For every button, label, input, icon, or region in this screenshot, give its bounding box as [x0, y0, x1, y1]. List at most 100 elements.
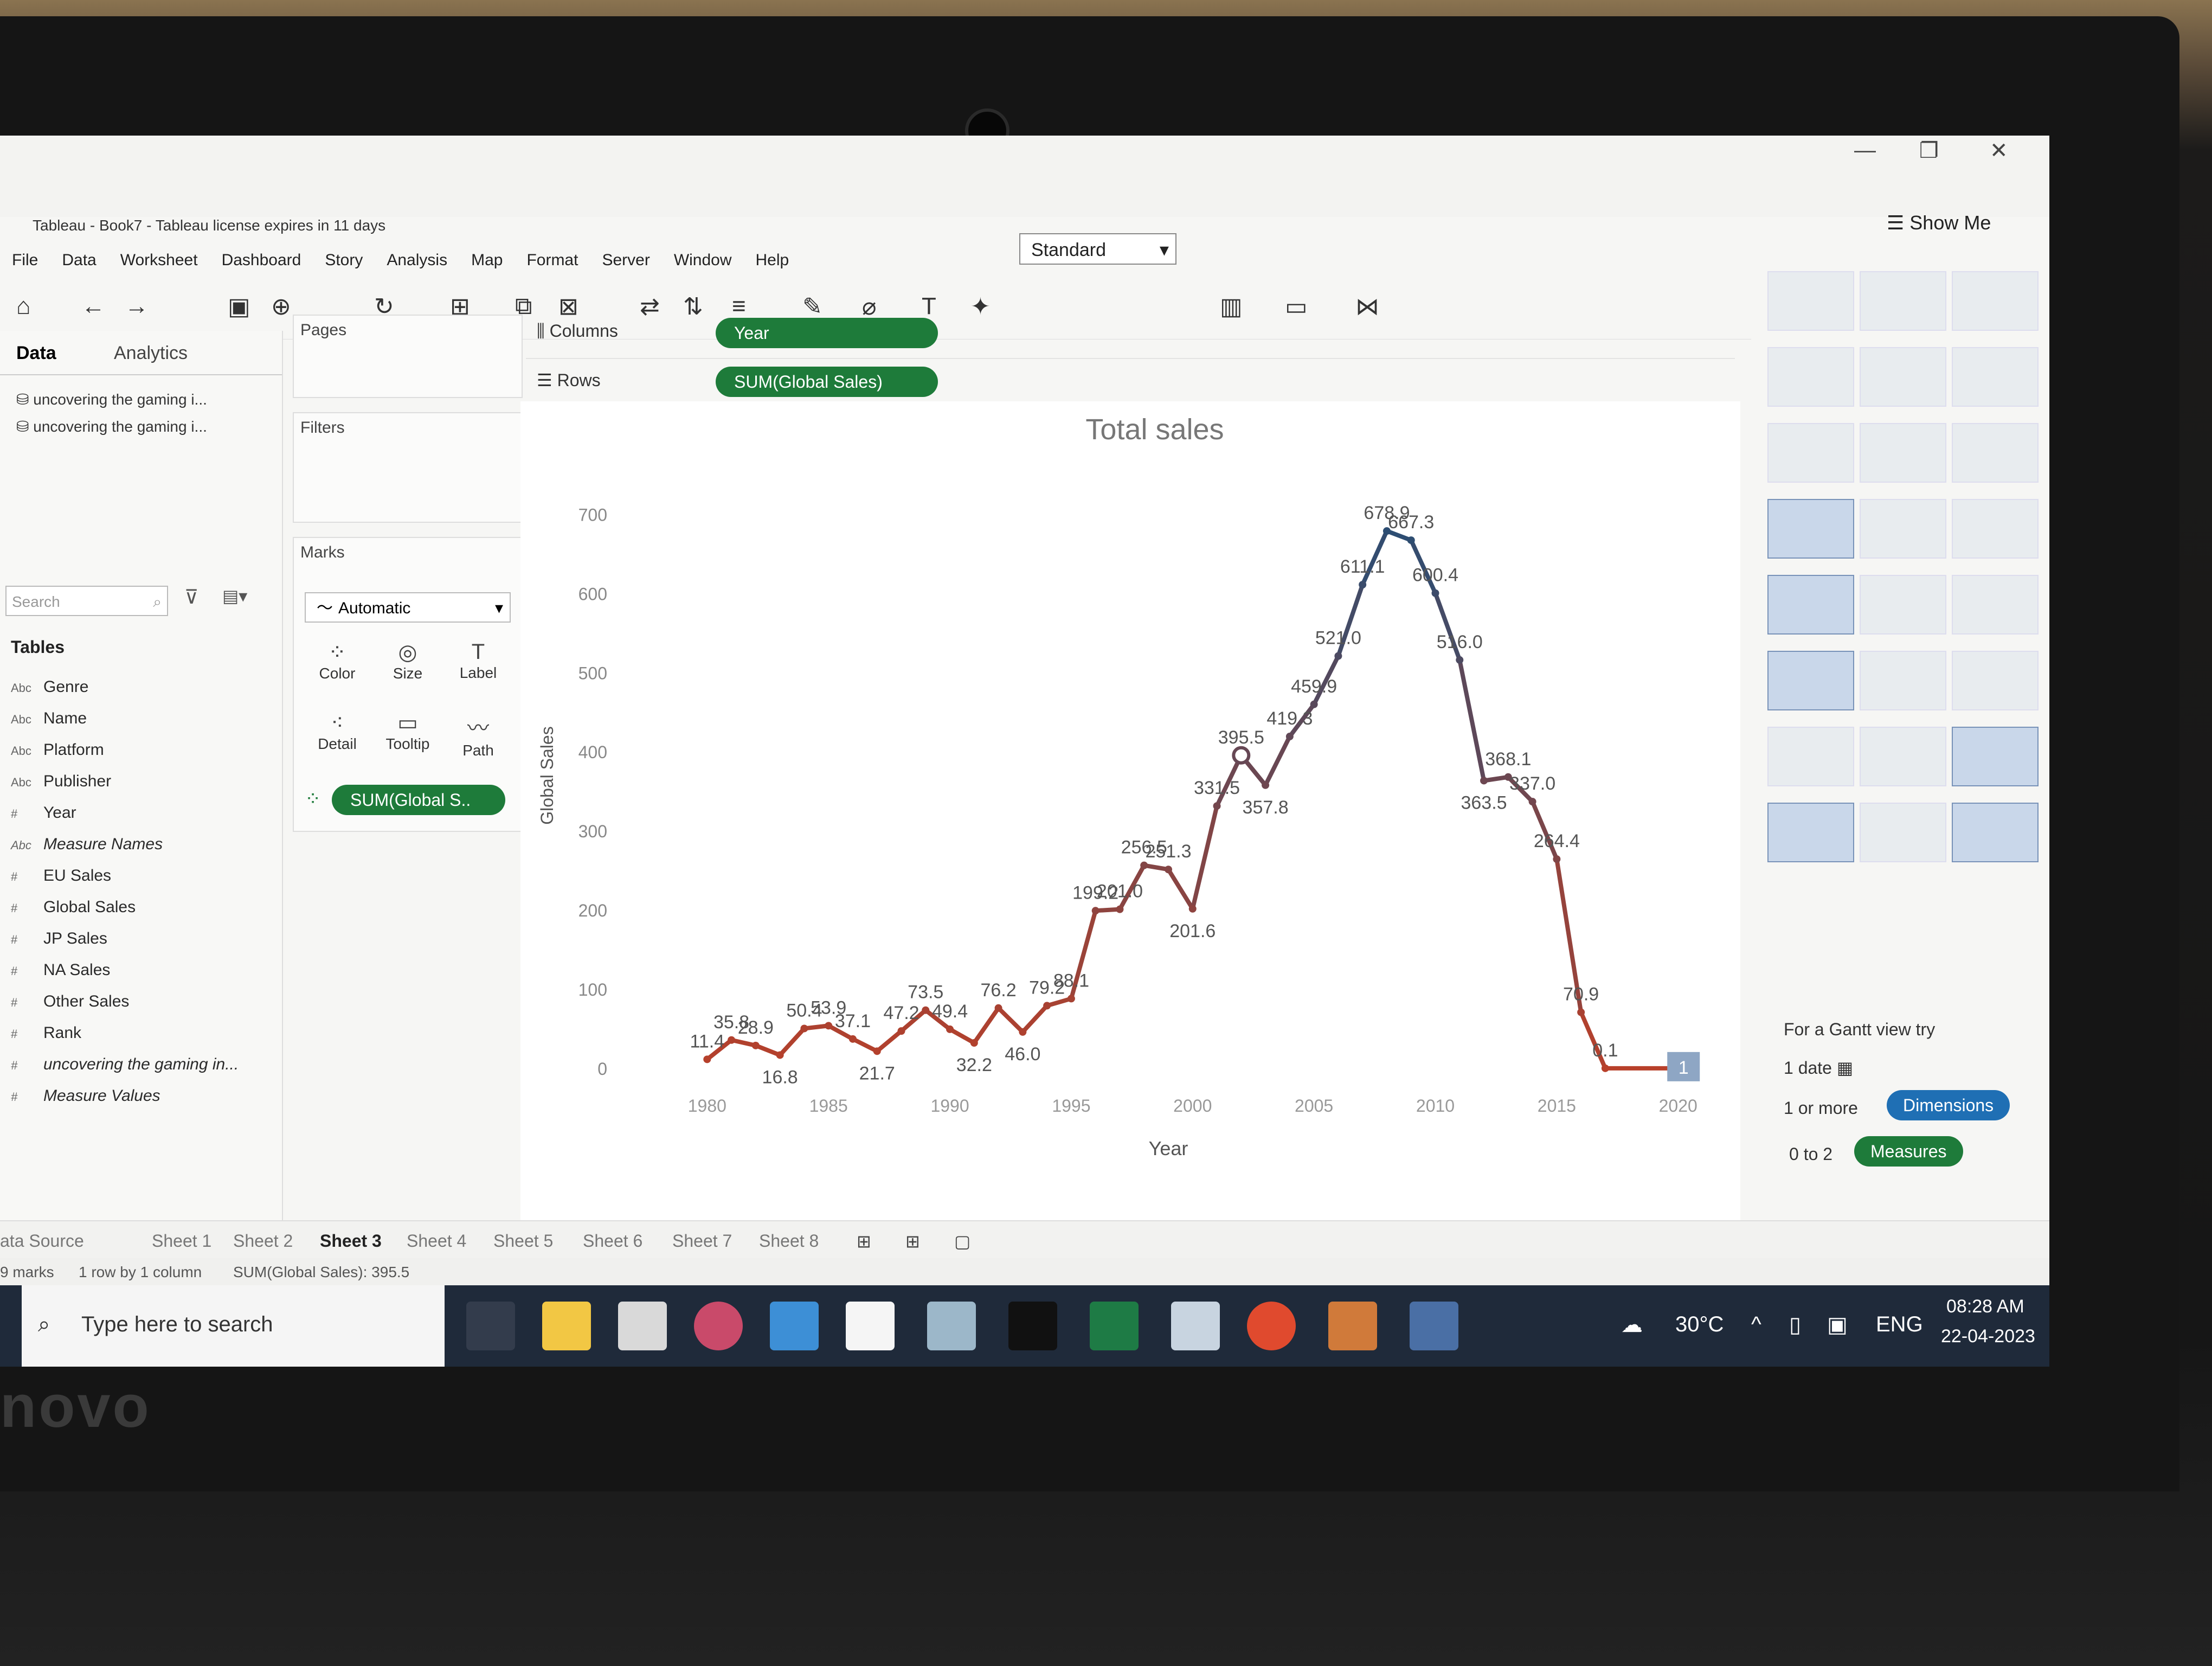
- data-point[interactable]: [776, 1051, 784, 1059]
- label-button[interactable]: T Label: [446, 636, 511, 701]
- store-icon[interactable]: [618, 1302, 667, 1350]
- data-point[interactable]: [1480, 777, 1488, 785]
- menu-help[interactable]: Help: [744, 241, 801, 279]
- data-point[interactable]: [1359, 581, 1367, 589]
- show-me-box-whisker-icon[interactable]: [1952, 727, 2039, 786]
- tray-chevron-icon[interactable]: ^: [1751, 1312, 1761, 1337]
- show-me-highlight-table-icon[interactable]: [1952, 271, 2039, 331]
- undo-icon[interactable]: ←: [81, 293, 105, 320]
- data-point[interactable]: [1407, 536, 1415, 544]
- show-me-area-continuous-icon[interactable]: [1767, 651, 1854, 710]
- data-point[interactable]: [1577, 1008, 1585, 1016]
- new-datasource-icon[interactable]: ⊕: [271, 293, 291, 321]
- menu-format[interactable]: Format: [515, 241, 590, 279]
- file-explorer-icon[interactable]: [542, 1302, 591, 1350]
- tab-sheet-2[interactable]: Sheet 2: [233, 1231, 293, 1251]
- show-me-dual-combination-icon[interactable]: [1952, 651, 2039, 710]
- field-item[interactable]: # Other Sales: [11, 992, 129, 1011]
- show-me-stacked-bars-icon[interactable]: [1860, 423, 1946, 483]
- show-me-lines-discrete-icon[interactable]: [1860, 575, 1946, 635]
- show-me-symbol-map-icon[interactable]: [1767, 347, 1854, 407]
- filters-card[interactable]: Filters: [293, 412, 523, 523]
- tab-sheet-5[interactable]: Sheet 5: [493, 1231, 553, 1251]
- minimize-button[interactable]: —: [1854, 138, 1876, 163]
- field-item[interactable]: Abc Genre: [11, 678, 88, 696]
- show-me-bullet-graph-icon[interactable]: [1860, 803, 1946, 862]
- show-me-treemap-icon[interactable]: [1767, 499, 1854, 559]
- taskbar-search[interactable]: ⌕ Type here to search: [22, 1285, 445, 1367]
- menu-analysis[interactable]: Analysis: [375, 241, 459, 279]
- weather-icon[interactable]: ☁: [1621, 1312, 1643, 1337]
- network-icon[interactable]: ▣: [1827, 1312, 1848, 1337]
- field-item[interactable]: # uncovering the gaming in...: [11, 1055, 239, 1074]
- language-indicator[interactable]: ENG: [1876, 1312, 1923, 1337]
- save-icon[interactable]: ▣: [228, 293, 250, 321]
- field-item[interactable]: # Global Sales: [11, 898, 136, 917]
- fit-select[interactable]: Standard ▾: [1019, 233, 1176, 265]
- show-me-button[interactable]: ☰ Show Me: [1887, 212, 1991, 234]
- field-item[interactable]: # Measure Values: [11, 1087, 160, 1105]
- data-point[interactable]: [1043, 1002, 1051, 1010]
- data-point[interactable]: [1067, 995, 1075, 1003]
- close-button[interactable]: ✕: [1990, 138, 2008, 163]
- tooltip-button[interactable]: ▭ Tooltip: [375, 706, 440, 771]
- data-point[interactable]: [703, 1055, 711, 1063]
- field-item[interactable]: Abc Platform: [11, 741, 104, 759]
- view-options-icon[interactable]: ▤▾: [222, 586, 247, 606]
- menu-dashboard[interactable]: Dashboard: [210, 241, 313, 279]
- menu-data[interactable]: Data: [50, 241, 108, 279]
- home-icon[interactable]: ⌂: [16, 293, 31, 320]
- show-me-area-discrete-icon[interactable]: [1860, 651, 1946, 710]
- data-point[interactable]: [1285, 733, 1294, 741]
- path-button[interactable]: 〰 Path: [446, 706, 511, 771]
- field-item[interactable]: # Rank: [11, 1024, 81, 1042]
- data-point[interactable]: [994, 1004, 1002, 1012]
- data-point[interactable]: [1116, 905, 1124, 913]
- tab-sheet-3[interactable]: Sheet 3: [320, 1231, 382, 1251]
- data-point[interactable]: [825, 1022, 833, 1030]
- data-point[interactable]: [1091, 907, 1099, 915]
- menu-window[interactable]: Window: [662, 241, 744, 279]
- data-point[interactable]: [946, 1025, 954, 1033]
- field-item[interactable]: # NA Sales: [11, 961, 110, 979]
- columns-shelf[interactable]: ⫼ Columns Year: [526, 309, 1735, 359]
- data-point[interactable]: [1456, 656, 1464, 664]
- mark-type-select[interactable]: 〜 Automatic ▾: [305, 592, 511, 623]
- settings-icon[interactable]: [1328, 1302, 1377, 1350]
- data-point[interactable]: [1165, 866, 1172, 874]
- data-point[interactable]: [848, 1035, 857, 1043]
- field-item[interactable]: # JP Sales: [11, 930, 107, 948]
- data-point[interactable]: [873, 1047, 881, 1055]
- clock-date[interactable]: 22-04-2023: [1941, 1326, 2035, 1347]
- data-point[interactable]: [1334, 652, 1342, 660]
- task-view-icon[interactable]: [466, 1302, 515, 1350]
- data-point[interactable]: [922, 1006, 930, 1014]
- tab-sheet-7[interactable]: Sheet 7: [672, 1231, 732, 1251]
- data-point[interactable]: [1601, 1064, 1609, 1072]
- data-point[interactable]: [800, 1024, 808, 1033]
- battery-icon[interactable]: ▯: [1789, 1312, 1801, 1337]
- size-button[interactable]: ◎ Size: [375, 636, 440, 701]
- show-me-gantt-icon[interactable]: [1767, 803, 1854, 862]
- rows-shelf[interactable]: ☰ Rows SUM(Global Sales): [526, 358, 1735, 408]
- show-me-side-by-side-bars-icon[interactable]: [1952, 423, 2039, 483]
- data-point[interactable]: [1188, 905, 1197, 913]
- datasource-item-1[interactable]: ⛁ uncovering the gaming i...: [16, 390, 207, 408]
- data-point[interactable]: [1310, 700, 1318, 708]
- tab-sheet-4[interactable]: Sheet 4: [407, 1231, 466, 1251]
- new-story-icon[interactable]: ▢: [954, 1231, 970, 1252]
- show-me-histogram-icon[interactable]: [1860, 727, 1946, 786]
- chrome-icon[interactable]: [1247, 1302, 1296, 1350]
- firefox-icon[interactable]: [694, 1302, 743, 1350]
- data-point[interactable]: [1528, 798, 1536, 806]
- tab-analytics[interactable]: Analytics: [114, 343, 188, 364]
- tab-sheet-8[interactable]: Sheet 8: [759, 1231, 819, 1251]
- tab-data-source[interactable]: ata Source: [0, 1231, 84, 1251]
- global-sales-mark-pill[interactable]: SUM(Global S..: [332, 785, 505, 815]
- data-point[interactable]: [751, 1041, 760, 1049]
- show-me-heat-map-icon[interactable]: [1860, 271, 1946, 331]
- show-me-horizontal-bars-icon[interactable]: [1767, 423, 1854, 483]
- terminal-icon[interactable]: [1008, 1302, 1057, 1350]
- datasource-item-2[interactable]: ⛁ uncovering the gaming i...: [16, 418, 207, 435]
- tab-sheet-6[interactable]: Sheet 6: [583, 1231, 642, 1251]
